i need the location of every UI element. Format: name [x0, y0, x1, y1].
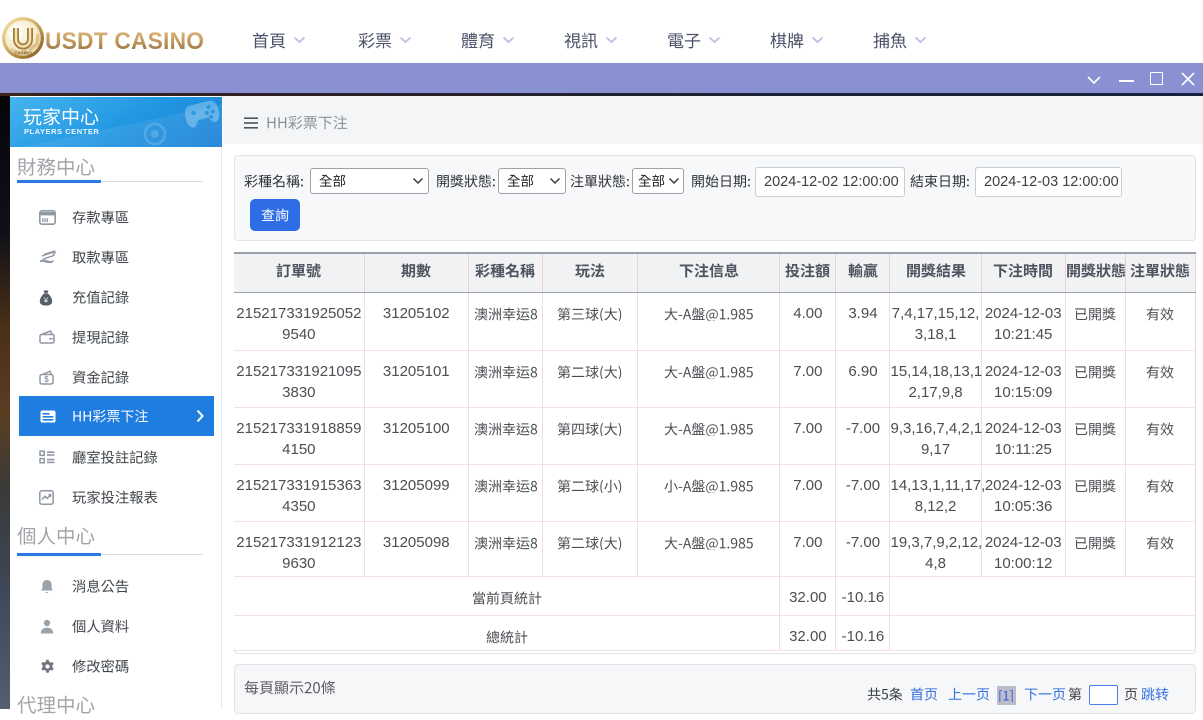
svg-text:CASINO: CASINO: [14, 51, 32, 56]
svg-text:$: $: [44, 375, 49, 384]
